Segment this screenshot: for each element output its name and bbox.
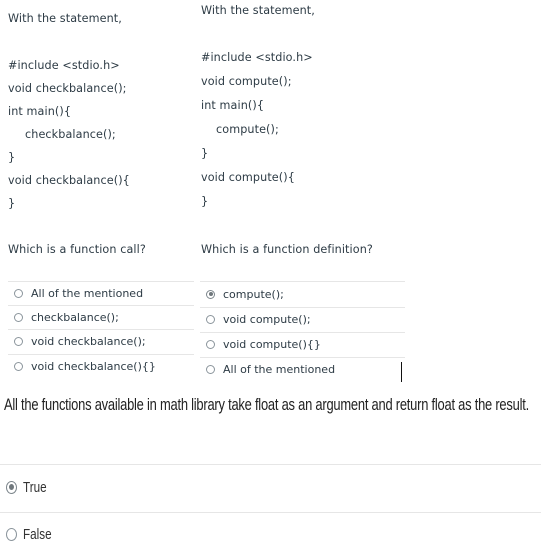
answer-option-label: All of the mentioned [223,362,336,376]
answer-option[interactable]: void compute(); [206,309,311,329]
code-line: } [201,195,209,208]
radio-unchecked-icon[interactable] [14,361,23,371]
question-2-intro: With the statement, [201,4,315,17]
radio-checked-icon[interactable] [206,289,215,299]
radio-unchecked-icon[interactable] [14,336,23,346]
divider [8,354,194,355]
answer-option-label: compute(); [223,287,284,301]
question-1-intro: With the statement, [8,12,122,25]
radio-unchecked-icon[interactable] [206,314,215,324]
text-cursor [401,362,402,382]
code-line: void compute(){ [201,171,295,184]
code-line: void compute(); [201,75,292,88]
code-line: #include <stdio.h> [8,59,120,72]
answer-option-label: False [23,525,52,543]
question-3-prompt: All the functions available in math libr… [4,395,529,414]
code-line: compute(); [216,123,279,136]
answer-option[interactable]: void checkbalance(); [14,331,146,351]
answer-option[interactable]: All of the mentioned [14,283,143,303]
divider [200,357,405,358]
code-line: } [8,151,16,164]
divider [200,281,405,282]
code-line: checkbalance(); [25,128,116,141]
radio-unchecked-icon[interactable] [206,364,215,374]
answer-option-label: True [23,478,47,496]
answer-option[interactable]: void checkbalance(){} [14,356,156,376]
divider [8,281,194,282]
code-line: void checkbalance(){ [8,174,130,187]
radio-checked-icon[interactable] [6,480,17,494]
answer-option-label: void compute(); [223,312,311,326]
answer-option[interactable]: compute(); [206,284,284,304]
radio-unchecked-icon[interactable] [206,339,215,349]
code-line: void checkbalance(); [8,82,127,95]
answer-option-label: All of the mentioned [31,286,144,300]
answer-option-label: void checkbalance(); [31,334,146,348]
code-line: int main(){ [201,99,265,112]
answer-option[interactable]: False [6,524,60,544]
answer-option[interactable]: checkbalance(); [14,307,119,327]
radio-unchecked-icon[interactable] [14,312,23,322]
divider [200,332,405,333]
code-line: #include <stdio.h> [201,51,313,64]
divider [200,307,405,308]
divider [0,512,541,513]
answer-option-label: void checkbalance(){} [31,359,156,373]
divider [8,329,194,330]
answer-option-label: void compute(){} [223,337,321,351]
code-line: } [8,197,16,210]
code-line: int main(){ [8,105,72,118]
answer-option[interactable]: All of the mentioned [206,359,335,379]
question-1-prompt: Which is a function call? [8,243,146,256]
answer-option[interactable]: True [6,477,53,497]
code-line: } [201,147,209,160]
divider [8,305,194,306]
radio-unchecked-icon[interactable] [6,527,17,541]
radio-unchecked-icon[interactable] [14,288,23,298]
answer-option-label: checkbalance(); [31,310,119,324]
divider [0,464,541,465]
answer-option[interactable]: void compute(){} [206,334,321,354]
question-2-prompt: Which is a function definition? [201,243,373,256]
